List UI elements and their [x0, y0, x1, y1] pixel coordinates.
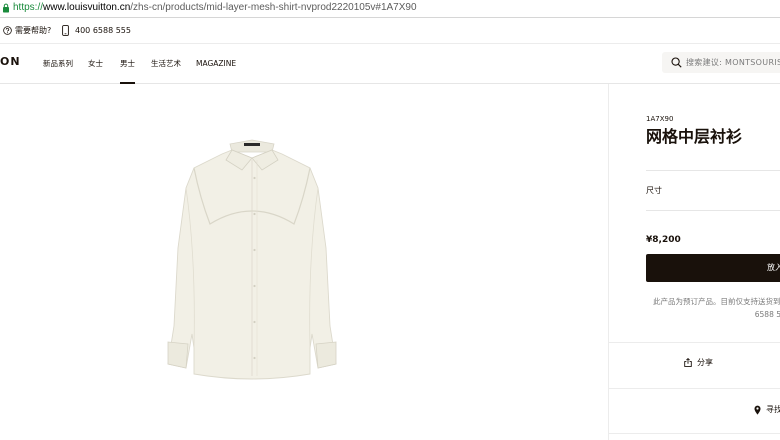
lock-icon — [3, 3, 9, 13]
preorder-notice-line-2: 6588 5 — [754, 310, 780, 319]
preorder-notice: 此产品为预订产品。目前仅支持送货到府 6588 5 — [653, 295, 780, 321]
url-scheme: https:// — [13, 2, 44, 13]
share-label: 分享 — [697, 358, 713, 367]
product-title: 网格中层衬衫 — [646, 127, 743, 146]
utility-bar: 需要帮助? 400 6588 555 — [0, 18, 780, 44]
add-to-cart-button[interactable]: 放入 — [646, 254, 780, 282]
help-icon — [3, 26, 12, 35]
section-divider — [609, 433, 780, 434]
size-selector[interactable]: 尺寸 — [646, 186, 662, 196]
product-image-gallery[interactable] — [0, 84, 608, 440]
nav-item-women[interactable]: 女士 — [88, 59, 103, 68]
share-icon — [684, 358, 692, 367]
url-path: /zhs-cn/products/mid-layer-mesh-shirt-nv… — [130, 2, 417, 13]
nav-item-magazine[interactable]: MAGAZINE — [196, 59, 236, 68]
product-info-panel: 1A7X90 网格中层衬衫 尺寸 ¥8,200 放入 此产品为预订产品。目前仅支… — [608, 84, 780, 440]
search-icon — [671, 57, 682, 68]
help-link[interactable]: 需要帮助? — [15, 26, 51, 36]
url-text[interactable]: https://www.louisvuitton.cn/zhs-cn/produ… — [13, 2, 417, 14]
product-sku: 1A7X90 — [646, 115, 674, 123]
location-pin-icon — [754, 405, 761, 415]
shirt-product-image — [167, 139, 337, 380]
phone-number-link[interactable]: 400 6588 555 — [75, 26, 131, 36]
brand-logo[interactable]: ON — [0, 56, 21, 68]
add-to-cart-label: 放入 — [767, 263, 780, 272]
product-price: ¥8,200 — [646, 235, 681, 245]
nav-item-art-of-living[interactable]: 生活艺术 — [151, 59, 181, 68]
main-navigation: ON 新品系列 女士 男士 生活艺术 MAGAZINE — [0, 43, 780, 84]
search-box[interactable] — [662, 52, 780, 73]
section-divider — [609, 388, 780, 389]
phone-icon — [62, 25, 69, 36]
divider — [646, 170, 780, 171]
browser-url-bar[interactable]: https://www.louisvuitton.cn/zhs-cn/produ… — [0, 0, 780, 18]
section-divider — [609, 342, 780, 343]
preorder-notice-line-1: 此产品为预订产品。目前仅支持送货到府 — [653, 297, 780, 306]
search-input[interactable] — [686, 56, 780, 69]
nav-item-men[interactable]: 男士 — [120, 59, 135, 84]
divider — [646, 210, 780, 211]
find-in-store-label: 寻找 — [766, 405, 780, 414]
url-host: www.louisvuitton.cn — [43, 2, 131, 13]
nav-item-new-collection[interactable]: 新品系列 — [43, 59, 73, 68]
